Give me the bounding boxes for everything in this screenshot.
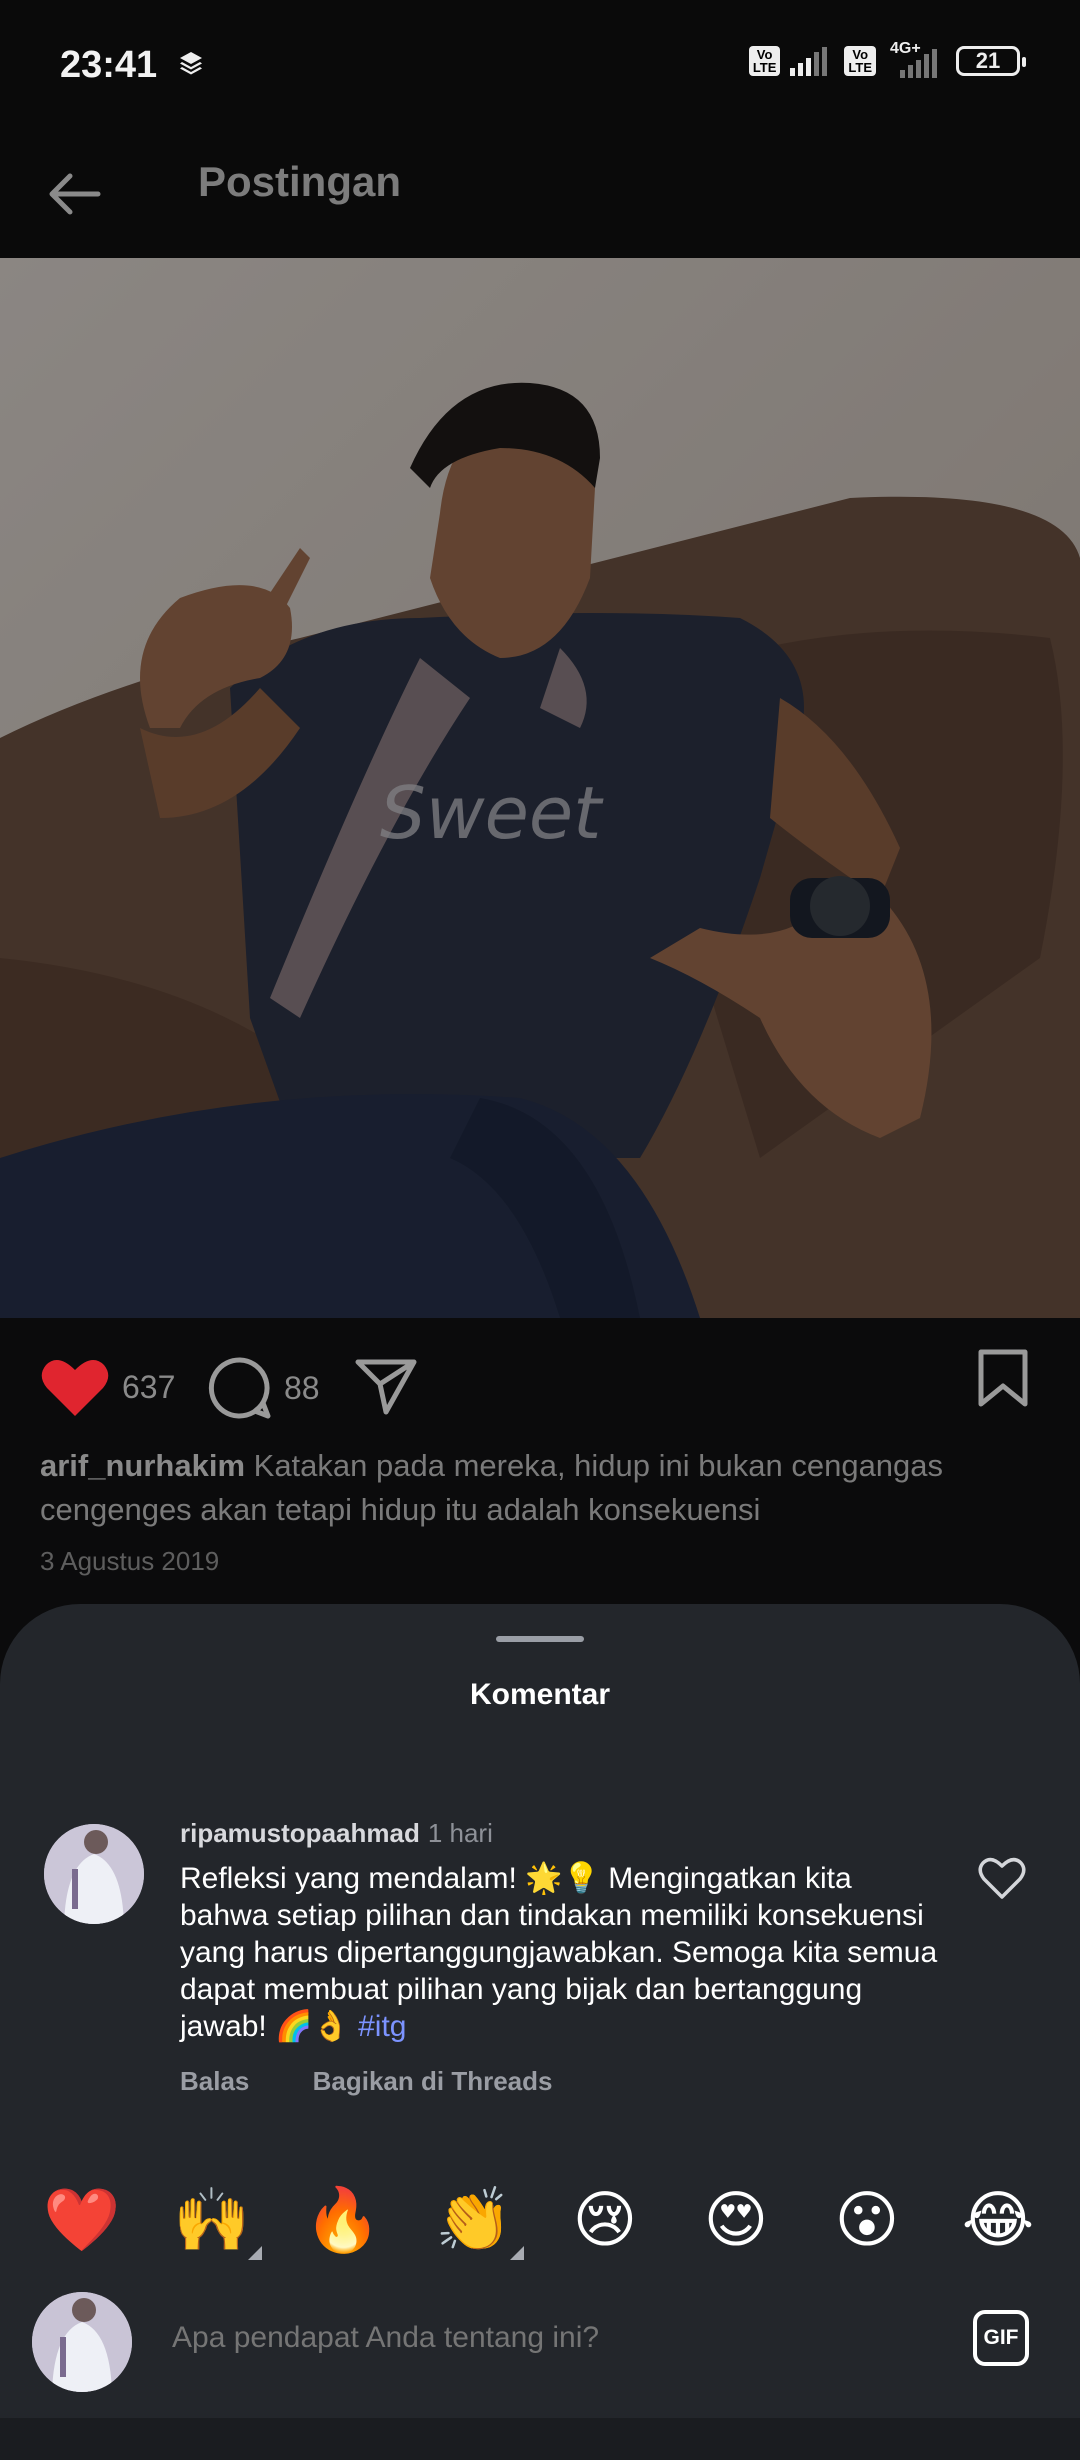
like-count: 637 (122, 1368, 176, 1405)
emoji-variant-indicator (510, 2246, 524, 2260)
drag-handle[interactable] (496, 1636, 584, 1642)
image-dim-overlay (0, 258, 1080, 1318)
system-nav-bar (0, 2418, 1080, 2460)
comment-time: 1 hari (427, 1818, 493, 1848)
share-threads-button[interactable]: Bagikan di Threads (313, 2066, 553, 2096)
emoji-reaction[interactable]: ❤️ (32, 2180, 132, 2260)
emoji-reaction[interactable]: 😍 (686, 2180, 786, 2260)
status-icons: Vo LTE Vo LTE 4G+ 21 (748, 40, 1026, 78)
layers-icon (180, 52, 202, 75)
comment-hashtag[interactable]: #itg (358, 2010, 406, 2043)
post-image[interactable]: Sweet (0, 258, 1080, 1318)
post-date: 3 Agustus 2019 (40, 1546, 220, 1576)
comment-input[interactable] (170, 2320, 914, 2356)
heart-filled-icon[interactable] (40, 1356, 110, 1418)
caption-username[interactable]: arif_nurhakim (40, 1448, 245, 1483)
like-action[interactable]: 637 (40, 1356, 175, 1418)
save-action[interactable] (976, 1348, 1030, 1408)
post-caption: arif_nurhakim Katakan pada mereka, hidup… (40, 1444, 1040, 1532)
volte-badge: Vo LTE (844, 46, 876, 76)
emoji-reaction[interactable]: 🔥 (293, 2180, 393, 2260)
comment-username[interactable]: ripamustopaahmad (180, 1818, 420, 1848)
emoji-quick-reactions: ❤️ 🙌 🔥 👏 😢 😍 😮 😂 (0, 2180, 1080, 2280)
emoji-reaction[interactable]: 👏 (424, 2180, 524, 2260)
share-action[interactable] (354, 1356, 418, 1416)
comment-count: 88 (284, 1369, 320, 1406)
reply-button[interactable]: Balas (180, 2066, 249, 2096)
app-bar: Postingan (0, 130, 1080, 258)
battery-icon: 21 (956, 46, 1026, 76)
signal-icon (790, 47, 828, 76)
comment-body: Refleksi yang mendalam! 🌟💡 Mengingatkan … (180, 1862, 938, 2043)
comment-icon[interactable] (208, 1356, 272, 1420)
post-actions: 637 88 (0, 1318, 1080, 1458)
comments-sheet: Komentar ripamustopaahmad 1 hari Refleksi… (0, 1604, 1080, 2460)
comment-actions: Balas Bagikan di Threads (180, 2066, 608, 2097)
comment-composer: GIF (0, 2280, 1080, 2400)
emoji-reaction[interactable]: 😂 (948, 2180, 1048, 2260)
emoji-reaction[interactable]: 🙌 (162, 2180, 262, 2260)
status-bar: 23:41 Vo LTE Vo LTE 4G+ 21 (0, 0, 1080, 130)
signal-4g-icon: 4G+ (886, 40, 946, 78)
comment-header: ripamustopaahmad 1 hari (180, 1818, 493, 1849)
bookmark-icon[interactable] (976, 1348, 1030, 1408)
send-icon[interactable] (354, 1356, 418, 1416)
comment-text: Refleksi yang mendalam! 🌟💡 Mengingatkan … (180, 1860, 940, 2045)
page-title: Postingan (198, 158, 402, 205)
emoji-reaction[interactable]: 😮 (817, 2180, 917, 2260)
heart-outline-icon[interactable] (978, 1856, 1026, 1900)
avatar[interactable] (44, 1824, 144, 1924)
arrow-left-icon[interactable] (40, 158, 112, 230)
avatar (32, 2292, 132, 2392)
volte-badge: Vo LTE (748, 46, 781, 76)
sheet-title: Komentar (469, 1678, 611, 1711)
comment-action[interactable]: 88 (208, 1356, 320, 1420)
gif-button[interactable]: GIF (973, 2310, 1029, 2366)
emoji-reaction[interactable]: 😢 (555, 2180, 655, 2260)
emoji-variant-indicator (248, 2246, 262, 2260)
status-time: 23:41 (60, 44, 158, 86)
